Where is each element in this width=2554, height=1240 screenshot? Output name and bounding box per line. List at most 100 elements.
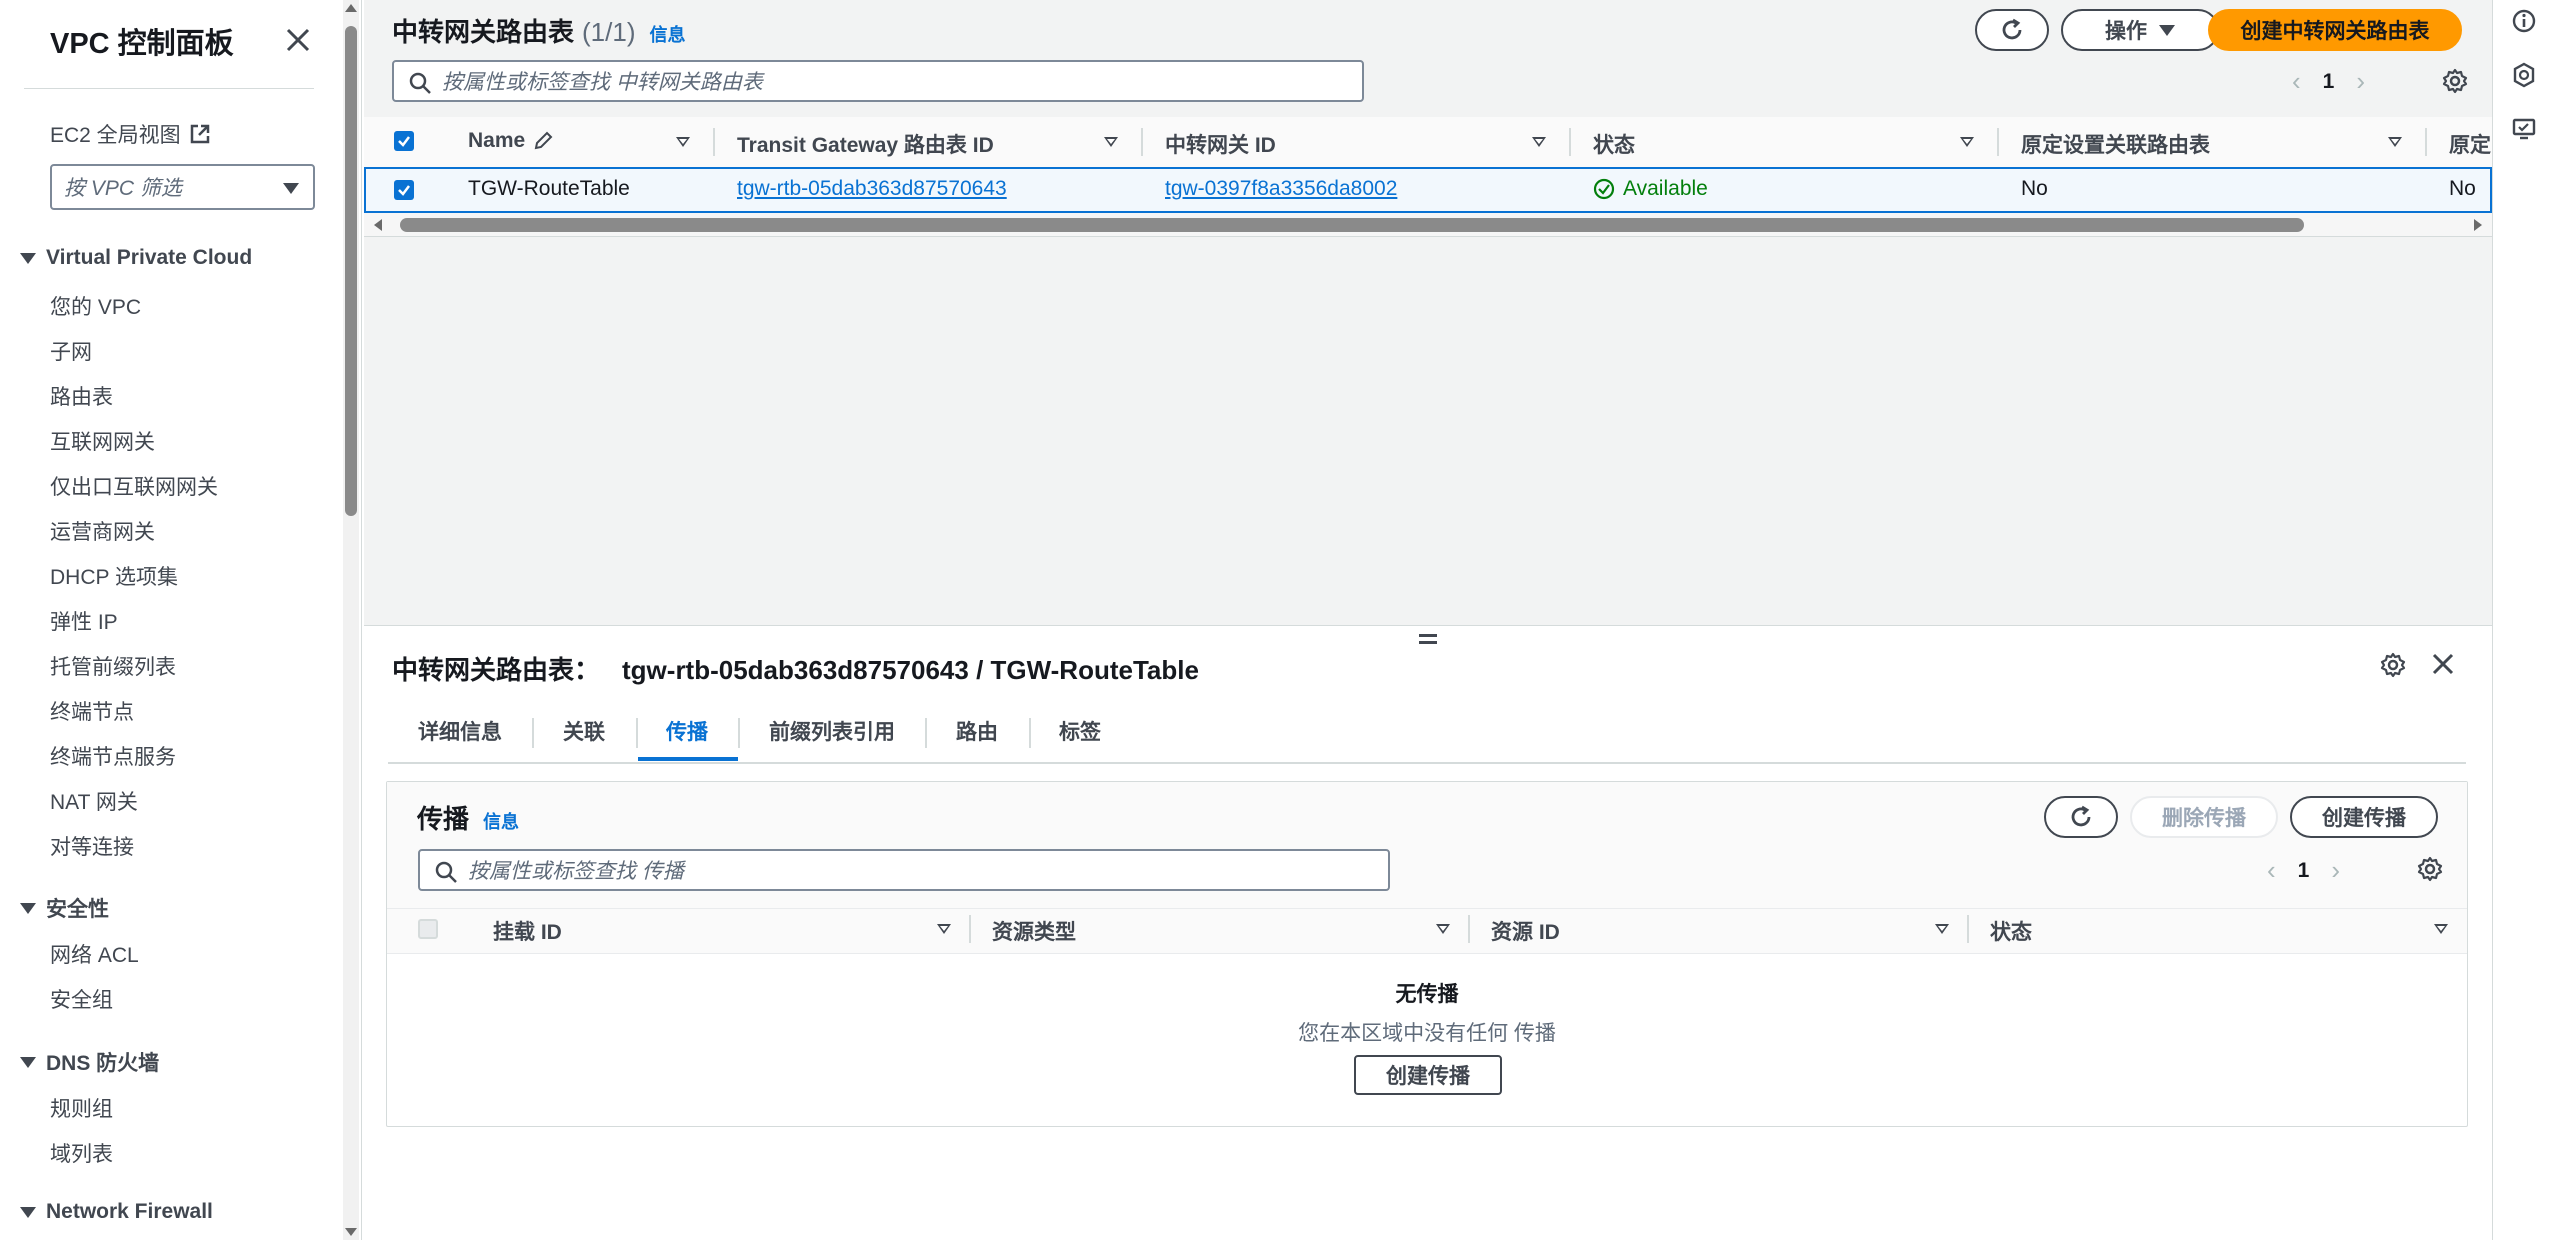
sort-icon[interactable] xyxy=(676,137,690,147)
sidebar-section-vpc[interactable]: Virtual Private Cloud xyxy=(20,246,252,270)
sidebar-item-route-tables[interactable]: 路由表 xyxy=(50,381,113,411)
sidebar-section-network-firewall[interactable]: Network Firewall xyxy=(20,1200,213,1224)
actions-dropdown-button[interactable]: 操作 xyxy=(2061,9,2219,51)
close-sidebar-button[interactable] xyxy=(280,22,316,58)
column-resizer[interactable] xyxy=(713,128,715,156)
sidebar-item-endpoint-services[interactable]: 终端节点服务 xyxy=(50,741,176,771)
column-resizer[interactable] xyxy=(1967,915,1969,943)
resize-handle[interactable] xyxy=(1419,634,1437,644)
column-resizer[interactable] xyxy=(1569,128,1571,156)
sidebar-item-rule-groups[interactable]: 规则组 xyxy=(50,1093,113,1123)
sort-icon[interactable] xyxy=(1104,137,1118,147)
tab-details[interactable]: 详细信息 xyxy=(418,716,502,746)
current-page[interactable]: 1 xyxy=(2323,70,2335,94)
delete-propagation-button[interactable]: 删除传播 xyxy=(2130,796,2278,838)
hexagon-icon[interactable] xyxy=(2511,62,2537,88)
sort-icon[interactable] xyxy=(2434,924,2448,934)
sidebar-section-dns-firewall[interactable]: DNS 防火墙 xyxy=(20,1047,159,1077)
column-header-resource-id[interactable]: 资源 ID xyxy=(1491,916,1560,946)
scroll-up-icon[interactable] xyxy=(345,4,357,12)
scroll-left-icon[interactable] xyxy=(374,219,382,231)
column-header-default-association[interactable]: 原定设置关联路由表 xyxy=(2021,129,2210,159)
sidebar-item-ec2-global-view[interactable]: EC2 全局视图 xyxy=(50,119,211,149)
sort-icon[interactable] xyxy=(937,924,951,934)
select-all-checkbox[interactable] xyxy=(394,131,414,151)
column-resizer[interactable] xyxy=(969,915,971,943)
cell-tgw-id-link[interactable]: tgw-0397f8a3356da8002 xyxy=(1165,177,1397,201)
column-label: Name xyxy=(468,129,526,152)
column-header-state[interactable]: 状态 xyxy=(1990,916,2032,946)
sort-icon[interactable] xyxy=(1960,137,1974,147)
tab-propagations[interactable]: 传播 xyxy=(666,716,708,746)
chevron-left-icon[interactable]: ‹ xyxy=(2292,66,2301,97)
table-row[interactable] xyxy=(364,167,2492,213)
close-split-panel-button[interactable] xyxy=(2431,652,2455,682)
refresh-icon xyxy=(2002,18,2022,40)
search-input[interactable]: 按属性或标签查找 中转网关路由表 xyxy=(392,60,1364,102)
sidebar-item-peering-connections[interactable]: 对等连接 xyxy=(50,831,134,861)
sort-icon[interactable] xyxy=(1436,924,1450,934)
column-resizer[interactable] xyxy=(1141,128,1143,156)
info-link[interactable]: 信息 xyxy=(649,21,685,47)
sidebar-item-nat-gateways[interactable]: NAT 网关 xyxy=(50,786,138,816)
column-resizer[interactable] xyxy=(2425,128,2427,156)
sidebar-item-label: EC2 全局视图 xyxy=(50,124,181,147)
column-header-rtb-id[interactable]: Transit Gateway 路由表 ID xyxy=(737,129,994,159)
scroll-right-icon[interactable] xyxy=(2474,219,2482,231)
sidebar-item-carrier-gateways[interactable]: 运营商网关 xyxy=(50,516,155,546)
split-panel-preferences-button[interactable] xyxy=(2380,652,2406,684)
selected-count: (1/1) xyxy=(582,17,636,47)
sort-icon[interactable] xyxy=(1935,924,1949,934)
propagation-preferences-button[interactable] xyxy=(2417,856,2443,888)
sort-icon[interactable] xyxy=(2388,137,2402,147)
info-circle-icon[interactable] xyxy=(2511,8,2537,34)
sidebar-item-endpoints[interactable]: 终端节点 xyxy=(50,696,134,726)
propagation-search-input[interactable]: 按属性或标签查找 传播 xyxy=(418,849,1390,891)
column-header-state[interactable]: 状态 xyxy=(1593,129,1635,159)
column-header-tgw-id[interactable]: 中转网关 ID xyxy=(1165,129,1276,159)
sidebar-item-subnets[interactable]: 子网 xyxy=(50,336,92,366)
column-header-name[interactable]: Name xyxy=(468,129,553,153)
empty-create-propagation-button[interactable]: 创建传播 xyxy=(1354,1055,1502,1095)
sort-icon[interactable] xyxy=(1532,137,1546,147)
info-link[interactable]: 信息 xyxy=(483,808,519,834)
tab-routes[interactable]: 路由 xyxy=(956,716,998,746)
column-resizer[interactable] xyxy=(1997,128,1999,156)
sidebar-item-managed-prefix-lists[interactable]: 托管前缀列表 xyxy=(50,651,176,681)
column-header-attachment-id[interactable]: 挂载 ID xyxy=(493,916,562,946)
sidebar-item-domain-lists[interactable]: 域列表 xyxy=(50,1138,113,1168)
chevron-left-icon[interactable]: ‹ xyxy=(2267,855,2276,886)
column-resizer[interactable] xyxy=(1468,915,1470,943)
monitor-feedback-icon[interactable] xyxy=(2511,116,2537,142)
sidebar-item-your-vpcs[interactable]: 您的 VPC xyxy=(50,291,141,321)
cell-rtb-id-link[interactable]: tgw-rtb-05dab363d87570643 xyxy=(737,177,1007,201)
sidebar-item-elastic-ips[interactable]: 弹性 IP xyxy=(50,606,118,636)
horizontal-scrollbar-thumb[interactable] xyxy=(400,218,2304,232)
create-propagation-button[interactable]: 创建传播 xyxy=(2290,796,2438,838)
chevron-right-icon[interactable]: › xyxy=(2356,66,2365,97)
scroll-down-icon[interactable] xyxy=(345,1228,357,1236)
cell-default-association: No xyxy=(2021,177,2048,200)
row-checkbox[interactable] xyxy=(394,180,414,200)
tab-prefix-list-references[interactable]: 前缀列表引用 xyxy=(769,716,895,746)
sidebar-scrollbar-thumb[interactable] xyxy=(345,26,357,516)
gear-icon xyxy=(2380,652,2406,678)
sidebar-item-network-acls[interactable]: 网络 ACL xyxy=(50,939,139,969)
refresh-propagations-button[interactable] xyxy=(2044,796,2118,838)
current-page[interactable]: 1 xyxy=(2298,859,2310,883)
sidebar-item-internet-gateways[interactable]: 互联网网关 xyxy=(50,426,155,456)
sidebar-item-security-groups[interactable]: 安全组 xyxy=(50,984,113,1014)
sidebar-item-egress-only-igw[interactable]: 仅出口互联网网关 xyxy=(50,471,218,501)
sidebar-section-security[interactable]: 安全性 xyxy=(20,893,109,923)
chevron-right-icon[interactable]: › xyxy=(2331,855,2340,886)
vpc-filter-select[interactable]: 按 VPC 筛选 xyxy=(50,164,315,210)
sidebar-item-dhcp-option-sets[interactable]: DHCP 选项集 xyxy=(50,561,178,591)
column-header-default-propagation[interactable]: 原定 xyxy=(2449,129,2491,159)
edit-icon xyxy=(534,131,553,150)
create-tgw-route-table-button[interactable]: 创建中转网关路由表 xyxy=(2208,9,2462,51)
tab-tags[interactable]: 标签 xyxy=(1059,716,1101,746)
refresh-button[interactable] xyxy=(1975,9,2049,51)
column-header-resource-type[interactable]: 资源类型 xyxy=(992,916,1076,946)
preferences-button[interactable] xyxy=(2442,68,2468,100)
tab-associations[interactable]: 关联 xyxy=(563,716,605,746)
